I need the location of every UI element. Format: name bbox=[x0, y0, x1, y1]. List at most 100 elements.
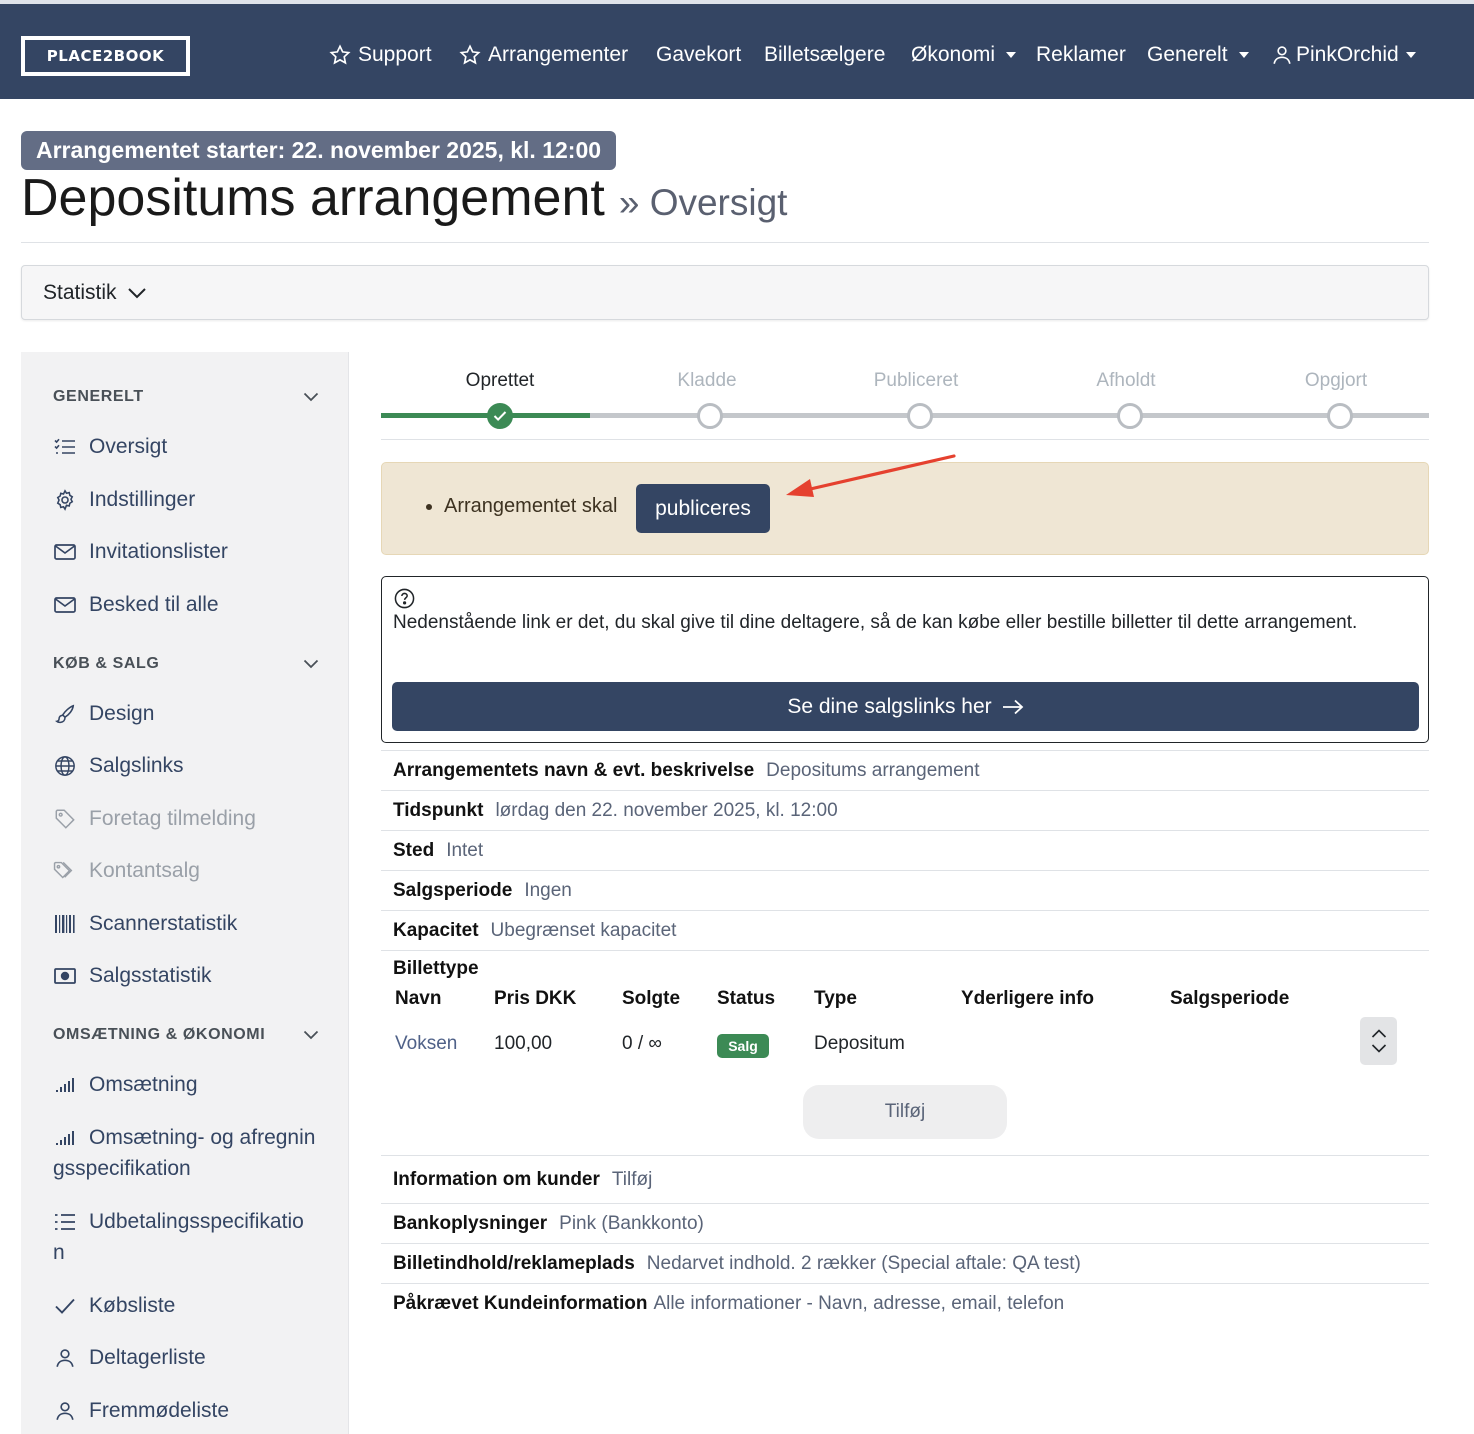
sidebar-item-label: Omsætning bbox=[89, 1073, 198, 1096]
detail-value-tidspunkt[interactable]: lørdag den 22. november 2025, kl. 12:00 bbox=[495, 800, 837, 822]
detail-value-navn[interactable]: Depositums arrangement bbox=[766, 760, 979, 782]
cash-icon bbox=[53, 960, 77, 991]
bullet bbox=[426, 503, 432, 510]
detail-row-kapacitet: Kapacitet Ubegrænset kapacitet bbox=[381, 910, 1429, 950]
sidebar-item-indstillinger[interactable]: Indstillinger bbox=[53, 484, 333, 515]
nav-arrangementer[interactable]: Arrangementer bbox=[459, 40, 628, 70]
detail-value-bank[interactable]: Pink (Bankkonto) bbox=[559, 1213, 704, 1235]
col-header-pris: Pris DKK bbox=[494, 988, 577, 1009]
detail-row-kundeinfo: Information om kunder Tilføj bbox=[381, 1155, 1429, 1203]
detail-key: Tidspunkt bbox=[393, 799, 484, 821]
sidebar-item-besked-til-alle[interactable]: Besked til alle bbox=[53, 589, 333, 620]
step-afholdt-circle bbox=[1117, 403, 1143, 429]
nav-gavekort[interactable]: Gavekort bbox=[656, 40, 741, 70]
detail-row-kundeinformation: Påkrævet Kundeinformation Alle informati… bbox=[381, 1283, 1429, 1323]
nav-billetsaelgere[interactable]: Billetsælgere bbox=[764, 40, 885, 70]
sidebar-section-generelt[interactable]: GENERELT bbox=[53, 385, 319, 409]
add-ticket-type-button[interactable]: Tilføj bbox=[803, 1085, 1007, 1139]
star-icon bbox=[329, 44, 351, 66]
chevron-down-icon bbox=[1371, 1044, 1387, 1053]
step-oprettet-check-icon bbox=[487, 403, 513, 429]
sidebar-item-label: Besked til alle bbox=[89, 593, 219, 616]
sales-links-box: Nedenstående link er det, du skal give t… bbox=[381, 576, 1429, 743]
top-navbar: PLACE2BOOK Support Arrangementer Gavekor… bbox=[0, 0, 1474, 99]
detail-value-salgsperiode[interactable]: Ingen bbox=[524, 880, 572, 902]
chevron-down-icon bbox=[303, 1030, 319, 1040]
sidebar-item-invitationslister[interactable]: Invitationslister bbox=[53, 536, 333, 567]
arrow-right-icon bbox=[1002, 699, 1024, 715]
nav-okonomi-dropdown[interactable]: Økonomi bbox=[911, 40, 1017, 70]
nav-generelt-dropdown[interactable]: Generelt bbox=[1147, 40, 1249, 70]
sidebar-item-label: Købsliste bbox=[89, 1294, 176, 1317]
detail-row-salgsperiode: Salgsperiode Ingen bbox=[381, 870, 1429, 910]
sidebar-item-koebsliste[interactable]: Købsliste bbox=[53, 1290, 333, 1321]
detail-key: Påkrævet Kundeinformation bbox=[393, 1292, 648, 1314]
col-header-yderligere-info: Yderligere info bbox=[961, 988, 1095, 1009]
chevron-down-icon bbox=[127, 286, 147, 300]
chevron-up-icon bbox=[1371, 1029, 1387, 1038]
sidebar-item-salgsstatistik[interactable]: Salgsstatistik bbox=[53, 960, 333, 991]
sidebar-item-label: Invitationslister bbox=[89, 540, 228, 563]
sidebar-item-label: Salgsstatistik bbox=[89, 964, 212, 987]
sidebar-item-omsaetning-afregning[interactable]: Omsætning- og afregningsspecifikation bbox=[53, 1122, 323, 1184]
sidebar-item-omsaetning[interactable]: Omsætning bbox=[53, 1069, 333, 1100]
section-title: GENERELT bbox=[53, 388, 144, 405]
place2book-logo[interactable]: PLACE2BOOK bbox=[21, 36, 190, 76]
chevron-down-icon bbox=[303, 392, 319, 402]
ticket-type: Depositum bbox=[814, 1033, 905, 1054]
detail-value-billetindhold[interactable]: Nedarvet indhold. 2 rækker (Special afta… bbox=[647, 1253, 1081, 1275]
nav-billetsaelgere-label: Billetsælgere bbox=[764, 43, 886, 66]
detail-value-kundeinformation[interactable]: Alle informationer - Navn, adresse, emai… bbox=[653, 1293, 1064, 1315]
statistik-label: Statistik bbox=[43, 280, 117, 304]
detail-key: Salgsperiode bbox=[393, 879, 513, 901]
nav-okonomi-label: Økonomi bbox=[911, 43, 996, 66]
nav-gavekort-label: Gavekort bbox=[656, 43, 742, 66]
sidebar-item-label: Udbetalingsspecifikation bbox=[53, 1210, 304, 1264]
nav-arrangementer-label: Arrangementer bbox=[488, 43, 629, 66]
detail-row-bank: Bankoplysninger Pink (Bankkonto) bbox=[381, 1203, 1429, 1243]
nav-reklamer-label: Reklamer bbox=[1036, 43, 1126, 66]
sidebar-item-label: Deltagerliste bbox=[89, 1346, 206, 1369]
ticket-name-link[interactable]: Voksen bbox=[395, 1033, 457, 1055]
nav-user-dropdown[interactable]: PinkOrchid bbox=[1271, 40, 1416, 70]
sidebar-item-fremmoedeliste[interactable]: Fremmødeliste bbox=[53, 1395, 333, 1426]
sidebar-item-label: Fremmødeliste bbox=[89, 1399, 230, 1422]
sidebar-section-koeb-salg[interactable]: KØB & SALG bbox=[53, 652, 319, 676]
person-icon bbox=[1271, 43, 1293, 67]
ticket-price: 100,00 bbox=[494, 1033, 553, 1054]
sidebar-item-foretag-tilmelding: Foretag tilmelding bbox=[53, 803, 333, 834]
status-badge: Salg bbox=[717, 1034, 769, 1058]
col-header-status: Status bbox=[717, 988, 776, 1009]
statistik-toggle[interactable]: Statistik bbox=[21, 265, 1429, 320]
sidebar-item-udbetalingsspecifikation[interactable]: Udbetalingsspecifikation bbox=[53, 1206, 313, 1268]
publish-button[interactable]: publiceres bbox=[636, 484, 770, 533]
sidebar: GENERELT Oversigt Indstillinger Invitati… bbox=[21, 352, 349, 1434]
sidebar-section-omsaetning-oekonomi[interactable]: OMSÆTNING & ØKONOMI bbox=[53, 1023, 319, 1047]
signal-icon bbox=[53, 1122, 77, 1153]
sidebar-item-design[interactable]: Design bbox=[53, 698, 333, 729]
gear-icon bbox=[53, 484, 77, 515]
caret-down-icon bbox=[1006, 52, 1017, 58]
sidebar-item-label: Oversigt bbox=[89, 435, 168, 458]
sidebar-item-salgslinks[interactable]: Salgslinks bbox=[53, 750, 333, 781]
event-title: Depositums arrangement bbox=[21, 169, 605, 227]
nav-support[interactable]: Support bbox=[329, 40, 432, 70]
sidebar-item-label: Kontantsalg bbox=[89, 859, 200, 882]
sales-links-button[interactable]: Se dine salgslinks her bbox=[392, 682, 1419, 731]
detail-value-kapacitet[interactable]: Ubegrænset kapacitet bbox=[491, 920, 677, 942]
detail-value-sted[interactable]: Intet bbox=[446, 840, 483, 862]
detail-value-kundeinfo-add[interactable]: Tilføj bbox=[612, 1169, 652, 1191]
globe-icon bbox=[53, 750, 77, 781]
sidebar-item-scannerstatistik[interactable]: Scannerstatistik bbox=[53, 908, 333, 939]
step-progress-line-done bbox=[381, 413, 590, 418]
nav-reklamer[interactable]: Reklamer bbox=[1036, 40, 1126, 70]
detail-key: Sted bbox=[393, 839, 435, 861]
reorder-button[interactable] bbox=[1360, 1017, 1397, 1065]
sidebar-item-deltagerliste[interactable]: Deltagerliste bbox=[53, 1342, 333, 1373]
envelope-icon bbox=[53, 589, 77, 620]
list-icon bbox=[53, 1206, 77, 1237]
col-header-solgte: Solgte bbox=[622, 988, 681, 1009]
sidebar-item-oversigt[interactable]: Oversigt bbox=[53, 431, 333, 462]
section-title: KØB & SALG bbox=[53, 655, 160, 672]
sidebar-item-kontantsalg: Kontantsalg bbox=[53, 855, 333, 886]
